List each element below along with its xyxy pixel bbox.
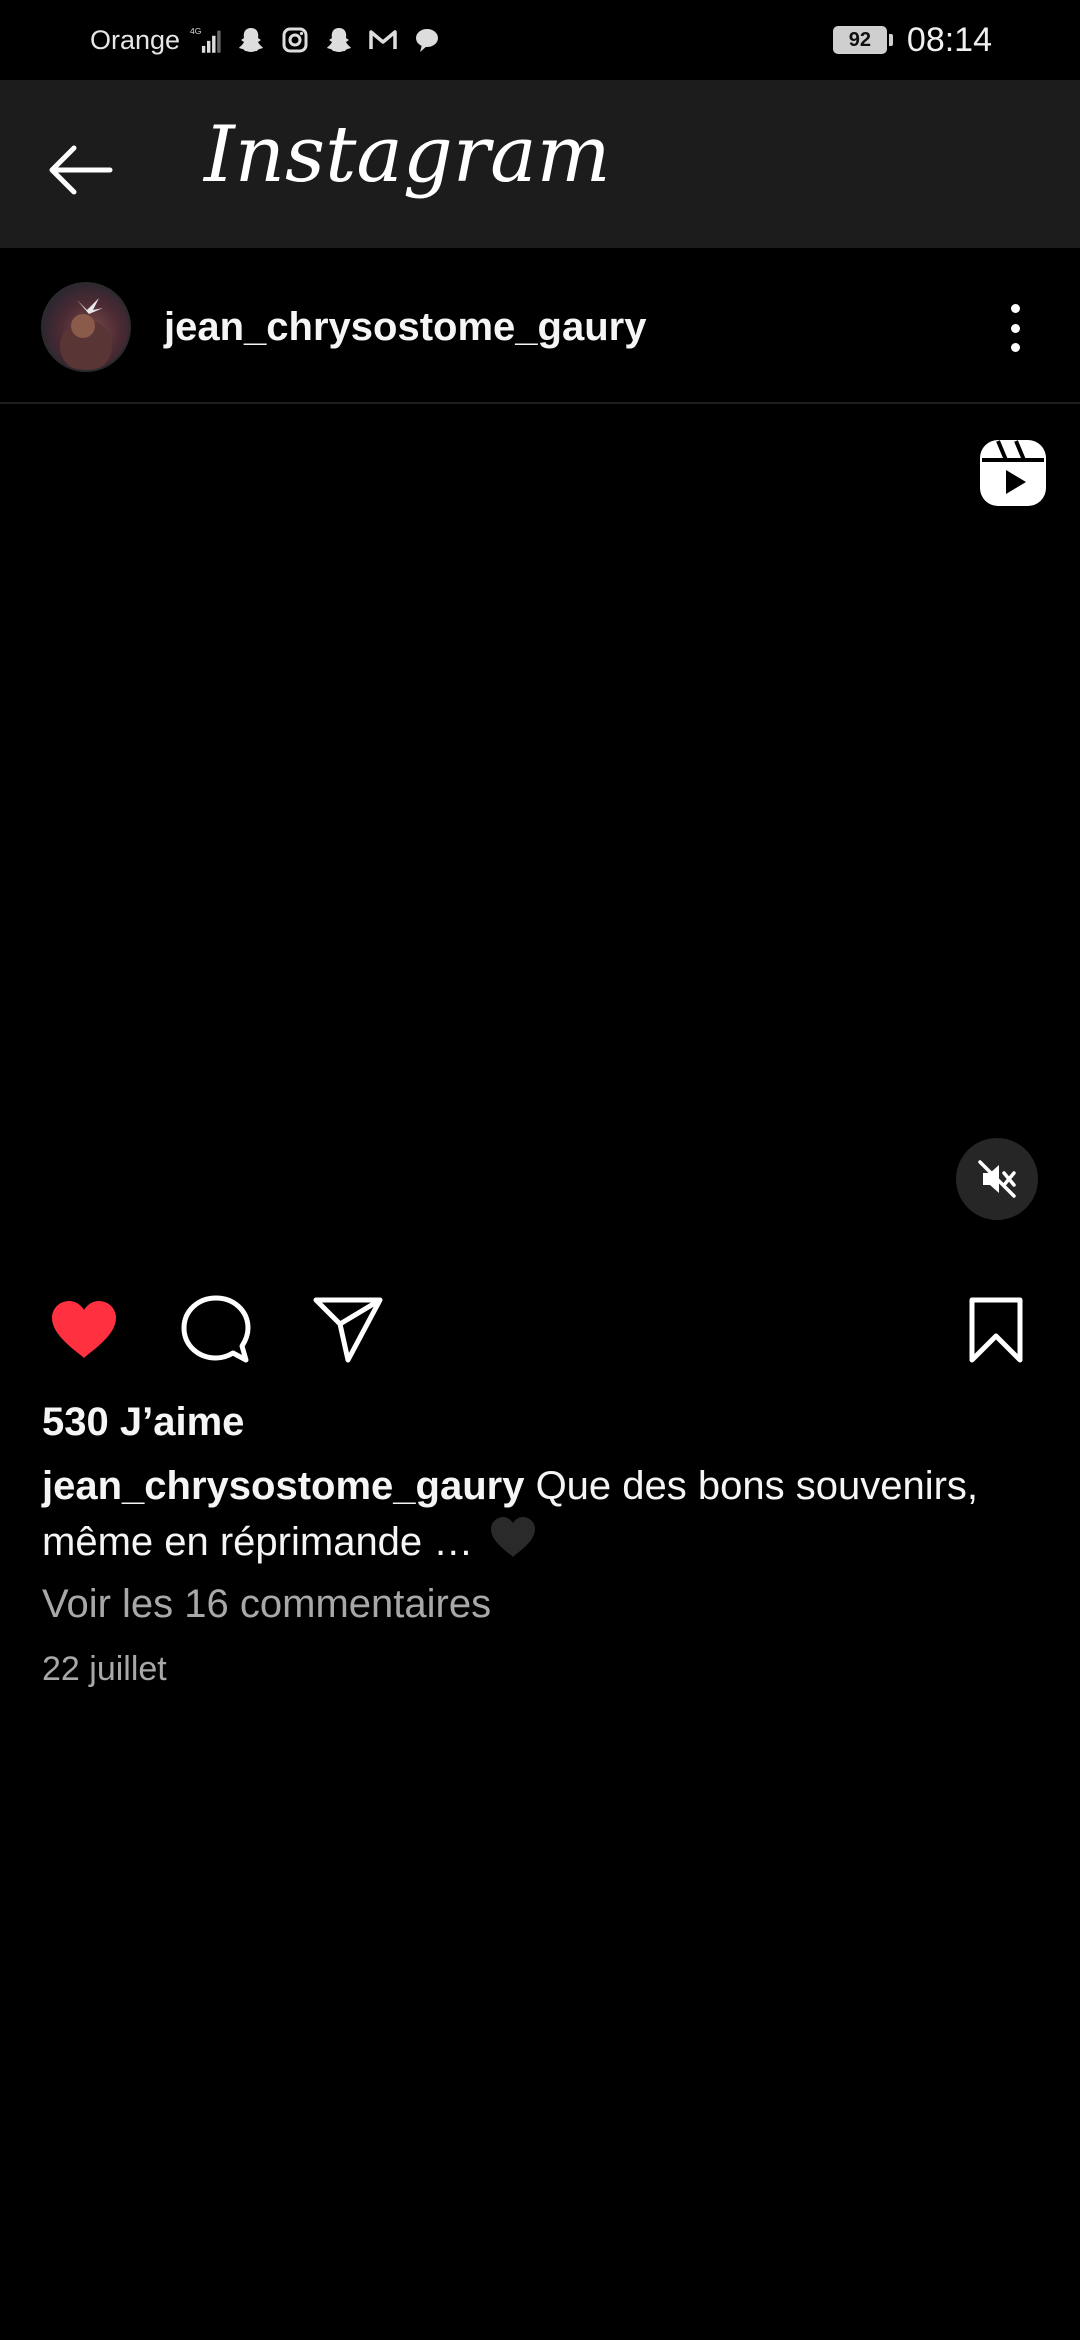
more-dot (1010, 343, 1020, 352)
network-label: 4G (190, 26, 201, 36)
caption-username[interactable]: jean_chrysostome_gaury (42, 1464, 524, 1508)
app-title: Instagram (204, 110, 611, 200)
volume-muted-icon (978, 1160, 1016, 1198)
snapchat-icon (322, 23, 356, 57)
share-button[interactable] (308, 1290, 388, 1370)
bookmark-icon (969, 1297, 1023, 1363)
carrier-label: Orange (90, 24, 181, 55)
post-header: jean_chrysostome_gaury (0, 248, 1080, 404)
heart-filled-icon (52, 1301, 116, 1358)
post-actions (0, 1290, 1080, 1370)
post-caption: jean_chrysostome_gaury Que des bons souv… (42, 1458, 1042, 1574)
status-right: 92 08:14 (832, 18, 992, 62)
post-date: 22 juillet (42, 1650, 167, 1688)
battery-tip (888, 34, 893, 46)
more-vertical-icon (1010, 304, 1020, 313)
post-username[interactable]: jean_chrysostome_gaury (164, 305, 646, 350)
like-button[interactable] (44, 1290, 124, 1370)
comment-icon (181, 1295, 251, 1363)
clock: 08:14 (906, 20, 992, 59)
more-dot (1010, 323, 1020, 333)
post-media[interactable] (0, 404, 1080, 1264)
mute-button[interactable] (956, 1138, 1038, 1220)
back-button[interactable] (40, 130, 120, 210)
avatar[interactable] (41, 282, 131, 372)
instagram-icon (278, 23, 312, 57)
snapchat-icon (234, 23, 268, 57)
status-left: Orange 4G (90, 18, 444, 62)
black-heart-icon (488, 1515, 538, 1574)
gmail-icon (366, 23, 400, 57)
likes-count[interactable]: 530 J’aime (42, 1400, 244, 1445)
status-bar: Orange 4G 92 08:14 (0, 0, 1080, 80)
view-comments-link[interactable]: Voir les 16 commentaires (42, 1582, 491, 1627)
battery-level: 92 (848, 28, 872, 51)
app-bar: Instagram (0, 80, 1080, 248)
more-options-button[interactable] (990, 298, 1040, 358)
reels-icon (978, 438, 1048, 508)
send-icon (313, 1297, 383, 1363)
battery-icon: 92 (832, 26, 887, 54)
arrow-left-icon (49, 145, 113, 195)
comment-button[interactable] (176, 1290, 256, 1370)
save-button[interactable] (956, 1290, 1036, 1370)
signal-icon: 4G (190, 23, 224, 57)
chat-bubble-icon (410, 23, 444, 57)
